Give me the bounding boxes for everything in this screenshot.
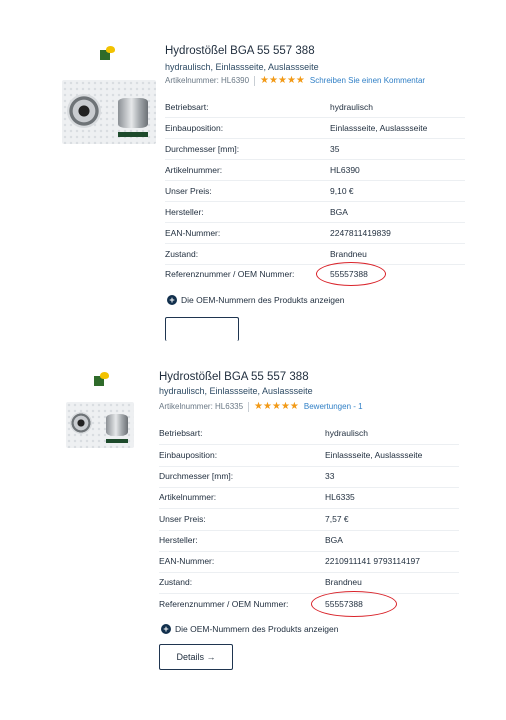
details-button[interactable]: Details → (159, 644, 233, 670)
oem-toggle-label: Die OEM-Nummern des Produkts anzeigen (175, 624, 339, 634)
spec-label: Artikelnummer: (159, 492, 217, 502)
spec-value: BGA (325, 535, 343, 545)
spec-label: Einbauposition: (159, 450, 218, 460)
spec-label: EAN-Nummer: (159, 556, 215, 566)
row-divider (159, 530, 459, 531)
highlight-circle (311, 591, 397, 617)
show-oem-numbers-toggle[interactable]: + Die OEM-Nummern des Produkts anzeigen (161, 624, 338, 634)
product-subtitle: hydraulisch, Einlassseite, Auslassseite (159, 386, 313, 396)
spec-label: Betriebsart: (159, 428, 203, 438)
star-icon: ★★★★★ (254, 401, 299, 412)
divider (248, 401, 250, 412)
product-title[interactable]: Hydrostößel BGA 55 557 388 (159, 371, 309, 383)
spec-label: Zustand: (159, 577, 193, 587)
product-card-2: Hydrostößel BGA 55 557 388 hydraulisch, … (0, 0, 506, 720)
row-divider (159, 593, 459, 594)
row-divider (159, 444, 459, 445)
spec-value: HL6335 (325, 492, 355, 502)
reviews-link[interactable]: Bewertungen - 1 (304, 402, 363, 411)
spec-label: Unser Preis: (159, 514, 206, 524)
spec-label: Referenznummer / OEM Nummer: (159, 599, 289, 609)
spec-label: Durchmesser [mm]: (159, 471, 234, 481)
row-divider (159, 487, 459, 488)
row-divider (159, 572, 459, 573)
article-row: Artikelnummer: HL6335 ★★★★★ Bewertungen … (159, 401, 363, 412)
row-divider (159, 508, 459, 509)
row-divider (159, 466, 459, 467)
spec-value: 33 (325, 471, 335, 481)
spec-value: hydraulisch (325, 428, 368, 438)
brand-logo-icon (94, 372, 109, 386)
spec-value: 7,57 € (325, 514, 349, 524)
spec-value: Einlassseite, Auslassseite (325, 450, 423, 460)
plus-circle-icon: + (161, 624, 171, 634)
article-number-label: Artikelnummer: HL6335 (159, 402, 244, 411)
product-image-2[interactable] (66, 402, 134, 448)
spec-value: Brandneu (325, 577, 362, 587)
row-divider (159, 551, 459, 552)
spec-value: 2210911141 9793114197 (325, 556, 421, 566)
spec-label: Hersteller: (159, 535, 198, 545)
